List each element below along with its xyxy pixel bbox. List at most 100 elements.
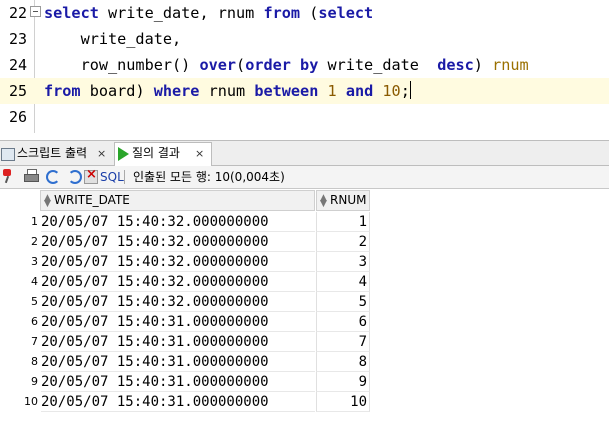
code-token: ( <box>236 56 246 74</box>
tab-script-output[interactable]: 스크립트 출력 × <box>0 143 112 164</box>
table-row[interactable]: 6 20/05/07 15:40:31.000000000 6 <box>0 312 609 332</box>
sql-editor[interactable]: 22 select write_date, rnum from (select 23… <box>0 0 609 133</box>
row-number: 9 <box>31 375 38 388</box>
query-result-icon <box>118 147 129 161</box>
line-number: 23 <box>8 30 27 48</box>
cell-rnum[interactable]: 9 <box>316 372 370 392</box>
line-number: 24 <box>8 56 27 74</box>
table-row[interactable]: 3 20/05/07 15:40:32.000000000 3 <box>0 252 609 272</box>
sql-button[interactable]: SQL <box>100 166 124 188</box>
table-row[interactable]: 4 20/05/07 15:40:32.000000000 4 <box>0 272 609 292</box>
cell-rnum[interactable]: 4 <box>316 272 370 292</box>
cell-write-date[interactable]: 20/05/07 15:40:31.000000000 <box>41 312 315 332</box>
pin-icon[interactable] <box>2 169 12 183</box>
print-icon[interactable] <box>24 169 39 182</box>
fold-icon[interactable] <box>30 6 41 17</box>
toolbar-divider <box>124 170 125 184</box>
table-row[interactable]: 2 20/05/07 15:40:32.000000000 2 <box>0 232 609 252</box>
code-token: ; <box>400 82 410 100</box>
cell-rnum[interactable]: 1 <box>316 212 370 232</box>
cell-write-date[interactable]: 20/05/07 15:40:31.000000000 <box>41 332 315 352</box>
line-number: 25 <box>8 82 27 100</box>
cell-rnum[interactable]: 10 <box>316 392 370 412</box>
editor-line[interactable]: 24 row_number() over(order by write_date… <box>0 52 609 78</box>
cell-write-date[interactable]: 20/05/07 15:40:31.000000000 <box>41 352 315 372</box>
row-number: 3 <box>31 255 38 268</box>
refresh-icon[interactable] <box>46 170 60 184</box>
cell-write-date[interactable]: 20/05/07 15:40:32.000000000 <box>41 272 315 292</box>
code-token: board) <box>80 82 154 100</box>
code-text: row_number() over(order by write_date de… <box>44 52 529 78</box>
result-toolbar: SQL 인출된 모든 행: 10(0,004초) <box>0 166 609 189</box>
cancel-query-icon[interactable] <box>84 167 98 184</box>
tab-script-output-label: 스크립트 출력 <box>17 146 88 160</box>
code-token: select <box>318 4 374 22</box>
code-text: write_date, <box>44 26 182 52</box>
code-token: rnum <box>492 56 529 74</box>
cell-write-date[interactable]: 20/05/07 15:40:32.000000000 <box>41 212 315 232</box>
row-number: 2 <box>31 235 38 248</box>
code-token: 1 <box>327 82 337 100</box>
cell-rnum[interactable]: 5 <box>316 292 370 312</box>
code-token: row_number() <box>44 56 200 74</box>
table-row[interactable]: 7 20/05/07 15:40:31.000000000 7 <box>0 332 609 352</box>
cell-write-date[interactable]: 20/05/07 15:40:32.000000000 <box>41 252 315 272</box>
cell-rnum[interactable]: 3 <box>316 252 370 272</box>
column-header-write-date[interactable]: ▲ ▼ WRITE_DATE <box>40 190 315 211</box>
close-icon[interactable]: × <box>195 143 204 164</box>
sort-icon[interactable]: ▲ ▼ <box>44 194 51 209</box>
editor-line[interactable]: 23 write_date, <box>0 26 609 52</box>
cell-write-date[interactable]: 20/05/07 15:40:32.000000000 <box>41 292 315 312</box>
code-text: from board) where rnum between 1 and 10; <box>44 78 411 104</box>
column-header-label: WRITE_DATE <box>54 193 130 207</box>
sort-icon[interactable]: ▲ ▼ <box>320 194 327 209</box>
fetch-status: 인출된 모든 행: 10(0,004초) <box>133 170 285 184</box>
code-token: ) <box>473 56 493 74</box>
cell-rnum[interactable]: 8 <box>316 352 370 372</box>
table-row[interactable]: 8 20/05/07 15:40:31.000000000 8 <box>0 352 609 372</box>
table-row[interactable]: 1 20/05/07 15:40:32.000000000 1 <box>0 212 609 232</box>
code-token: and <box>345 82 374 100</box>
code-token: ( <box>300 4 319 22</box>
code-token: between <box>254 82 319 100</box>
code-token: desc <box>437 56 474 74</box>
editor-line[interactable]: 22 select write_date, rnum from (select <box>0 0 609 26</box>
code-token: order by <box>245 56 319 74</box>
cell-write-date[interactable]: 20/05/07 15:40:31.000000000 <box>41 372 315 392</box>
table-row[interactable]: 9 20/05/07 15:40:31.000000000 9 <box>0 372 609 392</box>
editor-line[interactable]: 25 from board) where rnum between 1 and 1… <box>0 78 609 104</box>
cell-rnum[interactable]: 7 <box>316 332 370 352</box>
refresh-all-icon[interactable] <box>68 170 82 184</box>
code-text: select write_date, rnum from (select <box>44 0 373 26</box>
text-caret <box>409 81 411 99</box>
code-token: where <box>153 82 200 100</box>
editor-line[interactable]: 26 <box>0 104 609 130</box>
cell-rnum[interactable]: 6 <box>316 312 370 332</box>
column-header-rnum[interactable]: ▲ ▼ RNUM <box>316 190 370 211</box>
row-number: 8 <box>31 355 38 368</box>
code-token: from <box>263 4 301 22</box>
code-token: from <box>44 82 81 100</box>
row-number-header <box>0 190 40 211</box>
table-row[interactable]: 10 20/05/07 15:40:31.000000000 10 <box>0 392 609 412</box>
table-row[interactable]: 5 20/05/07 15:40:32.000000000 5 <box>0 292 609 312</box>
cell-write-date[interactable]: 20/05/07 15:40:31.000000000 <box>41 392 315 412</box>
row-number: 7 <box>31 335 38 348</box>
code-token: write_date, <box>44 30 182 48</box>
cell-rnum[interactable]: 2 <box>316 232 370 252</box>
line-number: 22 <box>8 4 27 22</box>
row-number: 1 <box>31 215 38 228</box>
code-token: 10 <box>382 82 401 100</box>
cell-write-date[interactable]: 20/05/07 15:40:32.000000000 <box>41 232 315 252</box>
tab-query-result[interactable]: 질의 결과 × <box>114 142 212 166</box>
row-number: 4 <box>31 275 38 288</box>
code-token: over <box>199 56 237 74</box>
tab-query-result-label: 질의 결과 <box>132 146 180 160</box>
close-icon[interactable]: × <box>97 143 106 164</box>
code-token: write_date, rnum <box>98 4 264 22</box>
output-tab-bar: 스크립트 출력 × 질의 결과 × <box>0 140 609 166</box>
code-token: write_date <box>318 56 438 74</box>
row-number: 10 <box>24 395 38 408</box>
